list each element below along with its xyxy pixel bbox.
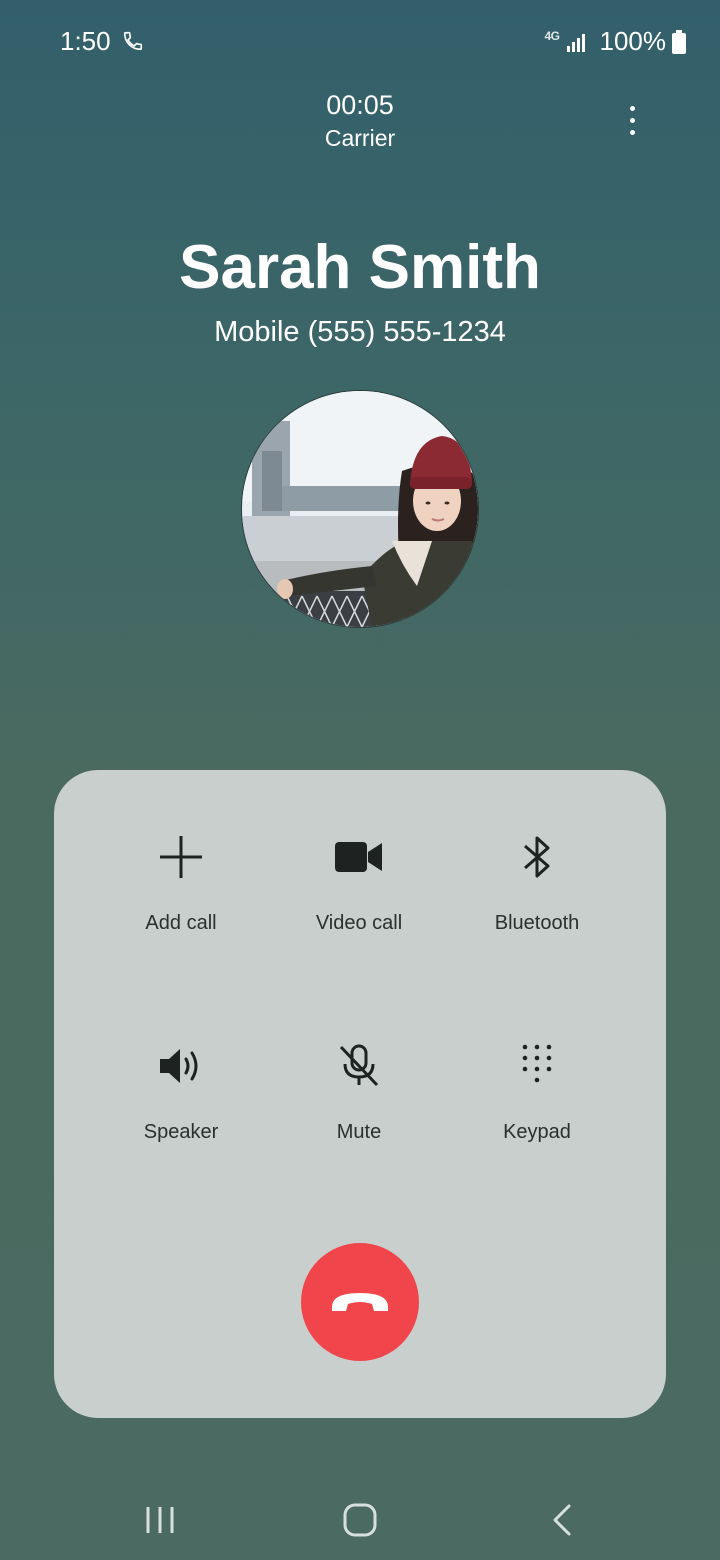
add-call-button[interactable]: Add call (96, 832, 266, 972)
status-bar: 1:50 4G 100% (0, 0, 720, 84)
video-camera-icon (334, 832, 384, 882)
call-timer: 00:05 (326, 90, 394, 120)
back-button[interactable] (532, 1498, 592, 1542)
navigation-bar (0, 1480, 720, 1560)
status-indicators: 4G 100% (544, 26, 686, 57)
status-time: 1:50 (60, 26, 111, 56)
keypad-label: Keypad (503, 1121, 571, 1143)
keypad-icon (512, 1041, 562, 1091)
call-controls-panel: Add call Video call Bluetooth Speaker Mu… (54, 770, 666, 1418)
video-call-button[interactable]: Video call (274, 832, 444, 972)
phone-call-icon (123, 31, 143, 51)
battery-level: 100% (599, 26, 667, 56)
speaker-button[interactable]: Speaker (96, 1041, 266, 1181)
more-dot (629, 105, 635, 111)
back-icon (553, 1504, 571, 1536)
contact-avatar (241, 390, 479, 628)
bluetooth-label: Bluetooth (494, 912, 580, 934)
end-call-button[interactable] (301, 1243, 419, 1361)
video-call-label: Video call (315, 912, 403, 934)
bluetooth-icon (512, 832, 562, 882)
bluetooth-button[interactable]: Bluetooth (452, 832, 622, 972)
more-dot (629, 129, 635, 135)
end-call-icon (332, 1293, 388, 1311)
contact-photo (242, 391, 478, 627)
mute-button[interactable]: Mute (274, 1041, 444, 1181)
plus-icon (156, 832, 206, 882)
contact-number: Mobile (555) 555-1234 (214, 316, 506, 348)
contact-name: Sarah Smith (179, 233, 541, 302)
speaker-label: Speaker (143, 1121, 219, 1143)
carrier-label: Carrier (324, 125, 396, 151)
speaker-icon (156, 1041, 206, 1091)
recent-apps-icon (146, 1507, 174, 1533)
home-icon (343, 1503, 377, 1537)
keypad-button[interactable]: Keypad (452, 1041, 622, 1181)
home-button[interactable] (330, 1498, 390, 1542)
mic-off-icon (334, 1041, 384, 1091)
more-options-button[interactable] (616, 100, 648, 140)
mute-label: Mute (336, 1121, 382, 1143)
signal-icon (566, 33, 585, 52)
recent-apps-button[interactable] (130, 1498, 190, 1542)
add-call-label: Add call (145, 912, 217, 934)
battery-icon (672, 29, 686, 54)
more-dot (629, 117, 635, 123)
network-type: 4G (544, 28, 560, 43)
